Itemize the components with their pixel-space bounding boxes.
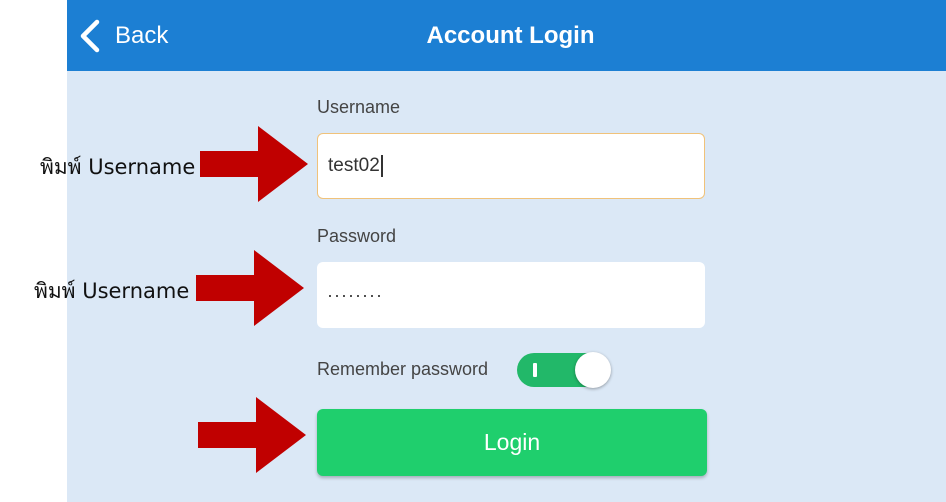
remember-password-label: Remember password	[317, 359, 489, 379]
username-instruction: พิมพ์ Username	[40, 155, 196, 179]
page-title: Account Login	[426, 21, 595, 49]
toggle-on-indicator	[533, 363, 537, 377]
remember-password-toggle[interactable]	[517, 352, 611, 388]
password-field[interactable]: ········	[317, 262, 705, 328]
username-field[interactable]: test02	[317, 133, 705, 199]
right-arrow-icon	[200, 126, 308, 202]
right-arrow-icon	[196, 250, 304, 326]
text-caret	[380, 155, 383, 177]
login-button[interactable]: Login	[317, 409, 707, 476]
top-bar: Back Account Login	[67, 0, 946, 71]
username-label: Username	[317, 97, 401, 117]
password-instruction: พิมพ์ Username	[34, 279, 190, 303]
password-label: Password	[317, 226, 397, 246]
username-value: test02	[328, 155, 380, 176]
toggle-knob[interactable]	[575, 352, 611, 388]
right-arrow-icon	[198, 397, 306, 473]
password-value: ········	[327, 284, 383, 305]
